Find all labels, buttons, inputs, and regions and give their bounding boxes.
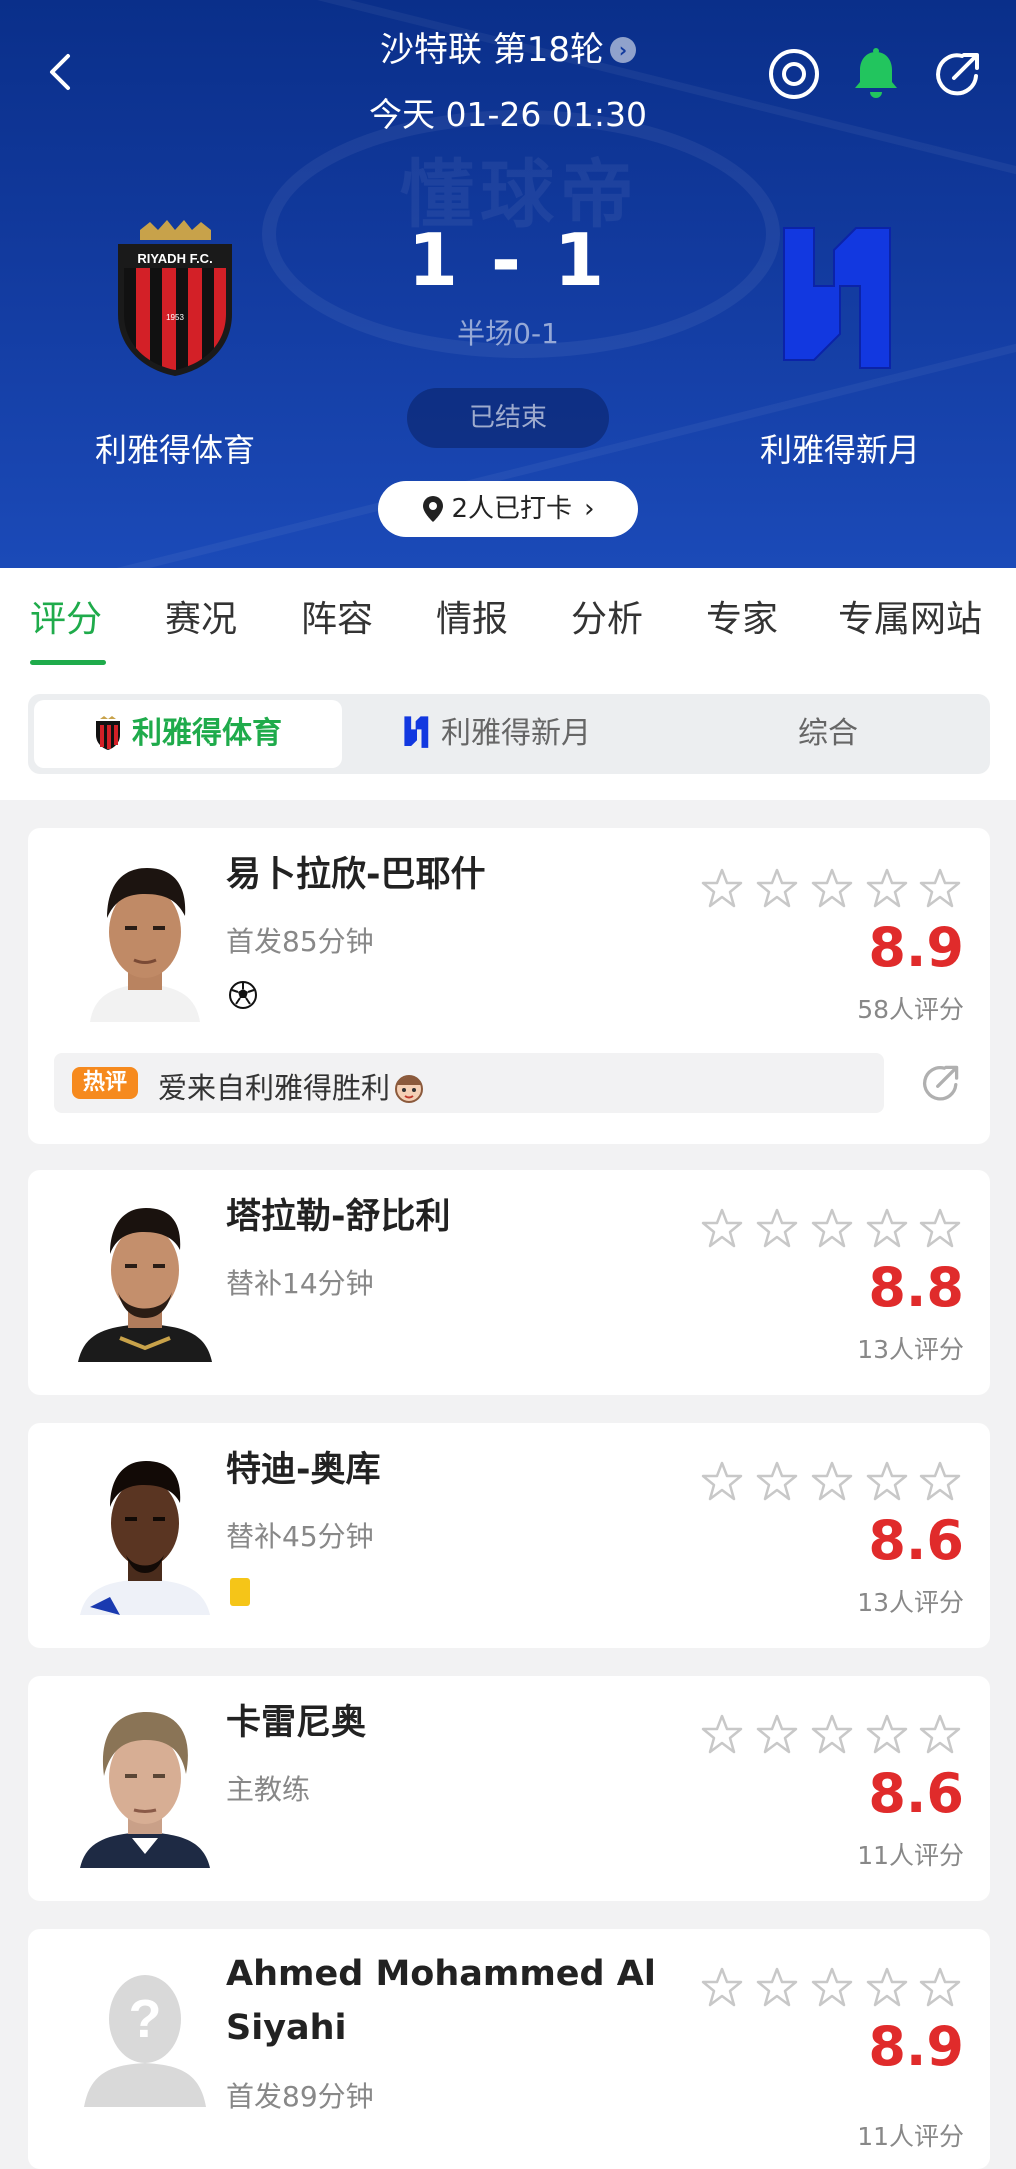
- player-card[interactable]: 塔拉勒-舒比利 替补14分钟 8.8 13人评分: [28, 1170, 990, 1395]
- goal-ball-icon: [229, 981, 257, 1009]
- svg-text:?: ?: [129, 1989, 162, 2049]
- segment-away-team[interactable]: 利雅得新月: [403, 700, 591, 768]
- checkin-button[interactable]: 2人已打卡 ›: [378, 481, 638, 537]
- player-name: 特迪-奥库: [226, 1450, 381, 1490]
- player-minutes: 替补45分钟: [226, 1520, 374, 1553]
- player-photo: [70, 1445, 220, 1615]
- player-rating: 8.9: [868, 2015, 964, 2078]
- yellow-card-icon: [230, 1578, 250, 1606]
- chevron-right-icon: ›: [584, 494, 595, 524]
- tab-bar: 评分 赛况 阵容 情报 分析 专家 专属网站: [0, 568, 1016, 666]
- tab-intel[interactable]: 情报: [436, 590, 508, 642]
- player-rating: 8.6: [868, 1762, 964, 1825]
- away-team-name[interactable]: 利雅得新月: [690, 425, 990, 471]
- coach-photo: [70, 1698, 220, 1868]
- segment-overall[interactable]: 综合: [798, 700, 858, 768]
- tab-site[interactable]: 专属网站: [838, 590, 982, 642]
- bell-icon[interactable]: [848, 46, 904, 102]
- player-rating: 8.8: [868, 1256, 964, 1319]
- player-card[interactable]: 卡雷尼奥 主教练 8.6 11人评分: [28, 1676, 990, 1901]
- tab-lineup[interactable]: 阵容: [301, 590, 373, 642]
- star-rating-input[interactable]: [700, 1459, 970, 1507]
- tab-live[interactable]: 赛况: [165, 590, 237, 642]
- team-selector-wrap: 利雅得体育 利雅得新月 综合: [0, 666, 1016, 800]
- match-header: 懂球帝 沙特联 第18轮 › 今天 01-26 01:30 RIYADH F.C.: [0, 0, 1016, 568]
- rating-count: 13人评分: [857, 1588, 964, 1617]
- rating-count: 58人评分: [857, 995, 964, 1024]
- al-hilal-small-logo: [404, 716, 429, 748]
- player-minutes: 首发89分钟: [226, 2080, 374, 2113]
- player-name: 塔拉勒-舒比利: [226, 1197, 451, 1237]
- player-name: 易卜拉欣-巴耶什: [226, 855, 486, 895]
- rating-count: 11人评分: [857, 2122, 964, 2151]
- half-time-score: 半场0-1: [457, 317, 559, 350]
- player-card[interactable]: 特迪-奥库 替补45分钟 8.6 13人评分: [28, 1423, 990, 1648]
- segment-home-team[interactable]: 利雅得体育: [34, 700, 342, 768]
- player-card[interactable]: ? Ahmed Mohammed Al Siyahi 首发89分钟 8.9 11…: [28, 1929, 990, 2169]
- star-rating-input[interactable]: [700, 1965, 970, 2013]
- active-tab-indicator: [30, 660, 106, 665]
- home-team-name[interactable]: 利雅得体育: [25, 425, 325, 471]
- rating-count: 11人评分: [857, 1841, 964, 1870]
- checkin-label: 2人已打卡: [451, 494, 573, 524]
- match-status-badge: 已结束: [407, 388, 609, 448]
- team-selector: 利雅得体育 利雅得新月 综合: [28, 694, 990, 774]
- tab-ratings[interactable]: 评分: [30, 590, 102, 642]
- star-rating-input[interactable]: [700, 866, 970, 914]
- player-photo: [70, 852, 220, 1022]
- star-rating-input[interactable]: [700, 1712, 970, 1760]
- hot-comment-label: 爱来自利雅得胜利: [158, 1071, 391, 1105]
- share-icon[interactable]: [930, 46, 986, 102]
- segment-home-label: 利雅得体育: [132, 716, 282, 751]
- match-score: 1 - 1: [407, 218, 609, 302]
- player-rating: 8.6: [868, 1509, 964, 1572]
- league-round-label: 沙特联 第18轮: [379, 30, 605, 70]
- player-photo: [70, 1192, 220, 1362]
- hot-comment-text: 爱来自利雅得胜利: [158, 1065, 426, 1107]
- placeholder-avatar-icon: ?: [84, 1975, 206, 2107]
- location-pin-icon: [422, 496, 443, 522]
- tab-experts[interactable]: 专家: [706, 590, 778, 642]
- segment-away-label: 利雅得新月: [441, 716, 591, 751]
- emoji-sticker-icon: [395, 1075, 424, 1103]
- player-minutes: 替补14分钟: [226, 1267, 374, 1300]
- hot-comment-badge: 热评: [72, 1067, 138, 1099]
- player-minutes: 首发85分钟: [226, 925, 374, 958]
- player-rating: 8.9: [868, 916, 964, 979]
- player-card[interactable]: 易卜拉欣-巴耶什 首发85分钟 8.9 58人评分 热评 爱来自利雅得胜利: [28, 828, 990, 1144]
- hot-comment[interactable]: 热评 爱来自利雅得胜利: [54, 1053, 884, 1113]
- target-icon[interactable]: [766, 46, 822, 102]
- player-role: 主教练: [226, 1773, 311, 1806]
- tab-analysis[interactable]: 分析: [571, 590, 643, 642]
- share-comment-icon[interactable]: [918, 1060, 964, 1106]
- player-name: 卡雷尼奥: [226, 1703, 367, 1743]
- chevron-right-icon: ›: [610, 37, 637, 63]
- player-name: Ahmed Mohammed Al Siyahi: [226, 1954, 656, 2048]
- rating-count: 13人评分: [857, 1335, 964, 1364]
- star-rating-input[interactable]: [700, 1206, 970, 1254]
- riyadh-fc-small-logo: [96, 716, 120, 750]
